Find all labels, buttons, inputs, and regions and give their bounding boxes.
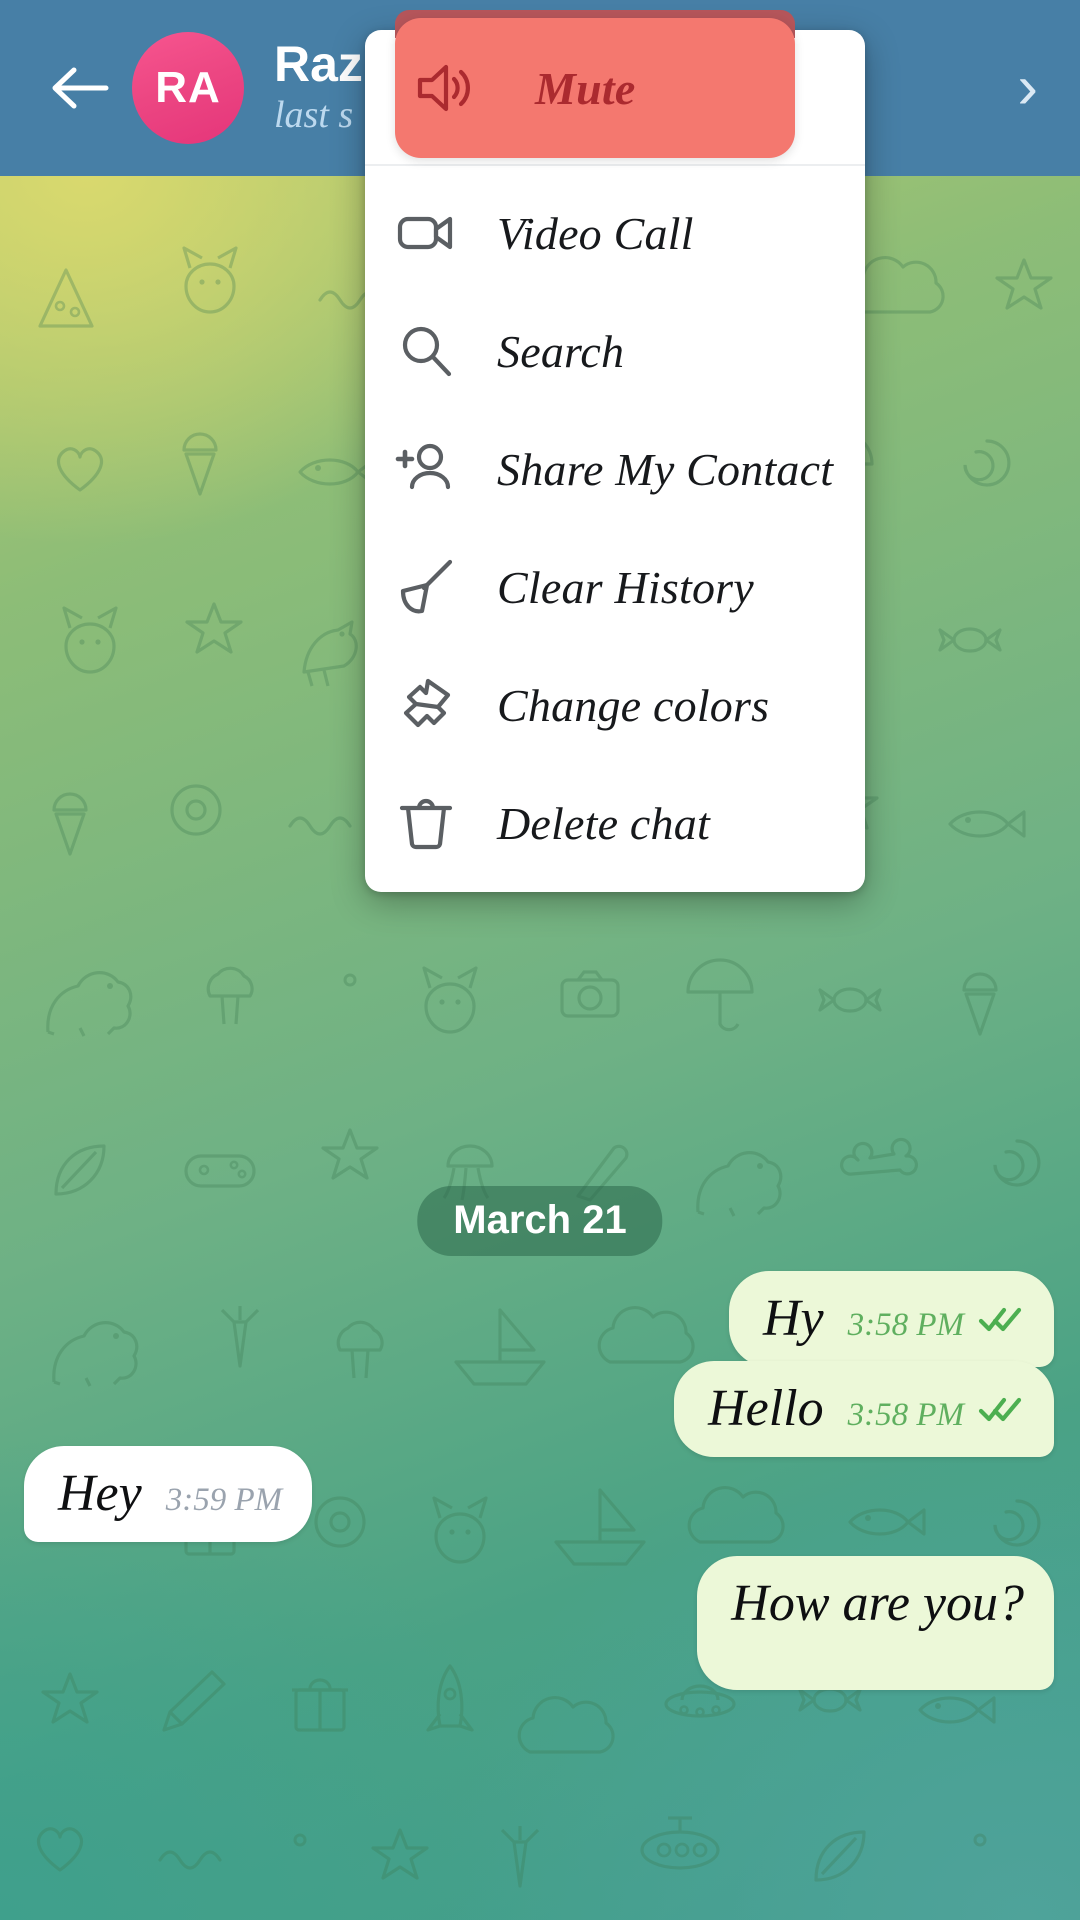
person-add-icon	[383, 426, 469, 512]
speaker-mute-icon	[401, 45, 487, 131]
message-row: Hy 3:58 PM	[0, 1271, 1080, 1367]
menu-item-delete-chat[interactable]: Delete chat	[365, 764, 865, 882]
message-timestamp: 3:58 PM	[847, 1307, 964, 1343]
message-timestamp: 3:58 PM	[847, 1397, 964, 1433]
message-bubble-outgoing[interactable]: Hy 3:58 PM	[728, 1271, 1054, 1367]
menu-item-label: Video Call	[497, 207, 694, 259]
read-receipt-double-check-icon	[978, 1395, 1024, 1425]
read-receipt-double-check-icon	[978, 1305, 1024, 1335]
chat-options-menu[interactable]: Mute Video Call Search Share My Contact …	[365, 10, 865, 892]
menu-item-label: Search	[497, 325, 625, 377]
menu-item-share-my-contact[interactable]: Share My Contact	[365, 410, 865, 528]
video-camera-icon	[383, 190, 469, 276]
message-text: Hy	[762, 1290, 824, 1347]
date-separator-badge: March 21	[417, 1186, 663, 1256]
menu-item-label: Mute	[535, 62, 636, 114]
message-bubble-incoming[interactable]: Hey 3:59 PM	[24, 1446, 313, 1542]
paint-brush-icon	[383, 662, 469, 748]
menu-item-label: Change colors	[497, 679, 770, 731]
trash-icon	[383, 780, 469, 866]
menu-item-label: Delete chat	[497, 797, 710, 849]
menu-item-mute[interactable]: Mute	[395, 18, 795, 158]
message-timestamp: 3:59 PM	[165, 1482, 283, 1518]
message-bubble-outgoing[interactable]: Hello 3:58 PM	[674, 1361, 1054, 1457]
menu-item-change-colors[interactable]: Change colors	[365, 646, 865, 764]
message-text: Hey	[58, 1465, 142, 1522]
message-text: Hello	[708, 1380, 824, 1437]
menu-divider	[365, 164, 865, 166]
message-row: How are you?	[0, 1556, 1080, 1690]
menu-item-label: Clear History	[497, 561, 754, 613]
menu-item-search[interactable]: Search	[365, 292, 865, 410]
broom-icon	[383, 544, 469, 630]
menu-item-label: Share My Contact	[497, 443, 834, 495]
chevron-right-icon[interactable]: ›	[1017, 57, 1038, 119]
message-row: Hey 3:59 PM	[0, 1446, 1080, 1542]
menu-item-video-call[interactable]: Video Call	[365, 174, 865, 292]
back-arrow-icon[interactable]	[34, 62, 126, 114]
message-bubble-outgoing[interactable]: How are you?	[697, 1556, 1054, 1690]
avatar[interactable]: RA	[132, 32, 244, 144]
search-icon	[383, 308, 469, 394]
message-text: How are you?	[731, 1575, 1024, 1632]
message-row: Hello 3:58 PM	[0, 1361, 1080, 1457]
menu-item-clear-history[interactable]: Clear History	[365, 528, 865, 646]
